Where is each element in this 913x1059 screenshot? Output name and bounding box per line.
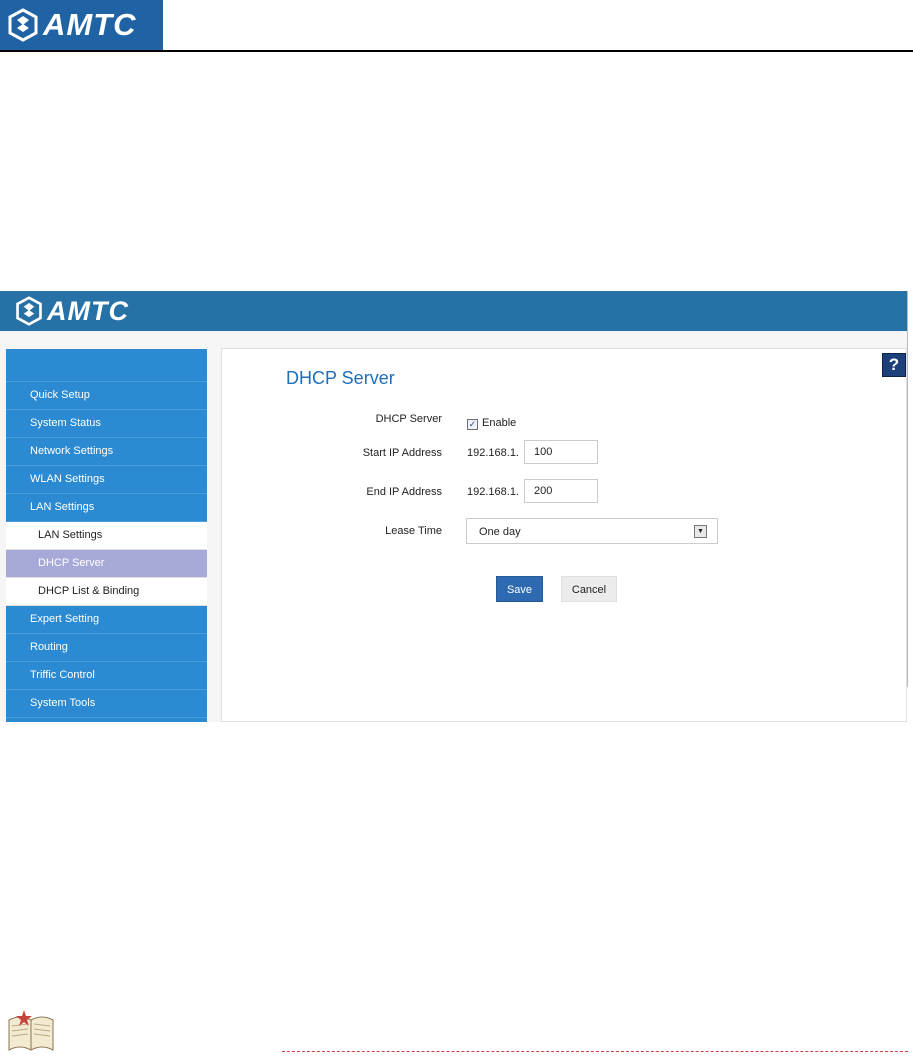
checkbox-checked-icon: ✓ [468, 419, 477, 429]
router-brand-name: AMTC [47, 295, 129, 326]
sidebar-item-lan-settings[interactable]: LAN Settings [6, 494, 207, 522]
screenshot-border [907, 291, 908, 687]
sidebar-subitem-lan-settings[interactable]: LAN Settings [6, 522, 207, 550]
sidebar-item-system-tools[interactable]: System Tools [6, 690, 207, 718]
document-logo: AMTC [0, 0, 163, 50]
amtc-logo-icon [16, 296, 42, 326]
lease-time-label: Lease Time [385, 525, 442, 537]
book-icon [8, 1010, 54, 1051]
router-screenshot: AMTC Quick Setup System Status Network S… [0, 291, 907, 722]
end-ip-input[interactable] [524, 479, 598, 503]
lease-time-value: One day [479, 526, 521, 538]
cancel-button[interactable]: Cancel [561, 576, 617, 602]
start-ip-label: Start IP Address [362, 447, 442, 459]
sidebar-item-network-settings[interactable]: Network Settings [6, 438, 207, 466]
dropdown-arrow-icon: ▼ [694, 525, 707, 538]
router-header: AMTC [0, 291, 907, 331]
end-ip-prefix: 192.168.1. [467, 486, 519, 498]
header-rule [0, 50, 913, 52]
page-title: DHCP Server [286, 368, 395, 388]
dhcp-enable-checkbox[interactable]: ✓ [467, 419, 478, 430]
start-ip-input[interactable] [524, 440, 598, 464]
sidebar-subitem-dhcp-server[interactable]: DHCP Server [6, 550, 207, 578]
sidebar-item-expert-setting[interactable]: Expert Setting [6, 606, 207, 634]
content-panel: ? DHCP Server DHCP Server ✓ Enable Start… [221, 348, 907, 722]
amtc-logo-icon [8, 8, 38, 42]
sidebar-item-routing[interactable]: Routing [6, 634, 207, 662]
save-button[interactable]: Save [496, 576, 543, 602]
sidebar-subitem-dhcp-list-binding[interactable]: DHCP List & Binding [6, 578, 207, 606]
enable-label: Enable [482, 417, 517, 429]
lease-time-select[interactable]: One day ▼ [466, 518, 718, 544]
sidebar-item-system-status[interactable]: System Status [6, 410, 207, 438]
brand-name: AMTC [43, 7, 137, 42]
sidebar: Quick Setup System Status Network Settin… [6, 349, 207, 722]
footer-divider [282, 1051, 908, 1052]
end-ip-label: End IP Address [366, 486, 442, 498]
sidebar-item-wlan-settings[interactable]: WLAN Settings [6, 466, 207, 494]
dhcp-server-label: DHCP Server [375, 413, 442, 425]
help-icon[interactable]: ? [882, 353, 906, 377]
sidebar-top-spacer [6, 349, 207, 382]
sidebar-item-traffic-control[interactable]: Triffic Control [6, 662, 207, 690]
start-ip-prefix: 192.168.1. [467, 447, 519, 459]
sidebar-item-quick-setup[interactable]: Quick Setup [6, 382, 207, 410]
